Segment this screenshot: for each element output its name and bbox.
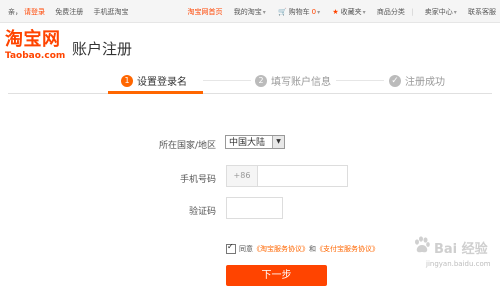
cart-icon: 🛒 [277,8,287,16]
categories-link[interactable]: 商品分类 [377,8,405,16]
register-link[interactable]: 免费注册 [55,8,83,16]
chevron-down-icon: ▾ [262,9,266,16]
alipay-agreement-link[interactable]: 《支付宝服务协议》 [316,245,379,253]
mobile-taobao-link[interactable]: 手机逛淘宝 [93,8,128,16]
watermark-url: jingyan.baidu.com [426,260,491,268]
taobao-agreement-link[interactable]: 《淘宝服务协议》 [253,245,309,253]
chevron-down-icon[interactable]: ▼ [272,136,284,148]
check-icon: ✓ [389,74,401,87]
country-label: 所在国家/地区 [158,141,216,151]
logo-domain: Taobao.com [5,51,66,61]
taobao-logo[interactable]: 淘宝网 Taobao.com [5,31,67,65]
step-label: 设置登录名 [137,77,187,88]
next-step-button[interactable]: 下一步 [226,265,327,286]
chevron-down-icon: ▾ [453,9,457,16]
chevron-down-icon: ▾ [362,9,366,16]
agree-prefix: 同意 [239,245,253,253]
star-icon: ★ [332,8,339,16]
phone-country-code: +86 [227,166,258,186]
agree-and: 和 [309,245,316,253]
cart-count: 0 [311,8,317,16]
cart-link[interactable]: 购物车 [289,8,310,16]
step-label: 注册成功 [405,77,445,88]
logo-text: 淘宝网 [5,29,61,50]
country-select[interactable]: 中国大陆 ▼ [225,135,285,149]
top-nav-left: 亲， 请登录 免费注册 手机逛淘宝 [8,7,136,17]
step-label: 填写账户信息 [271,77,331,88]
step-register-success: ✓ 注册成功 [389,73,445,88]
paw-icon [415,236,430,253]
step-number: 1 [121,74,133,87]
step-number: 2 [255,74,267,87]
divider [8,93,492,94]
baidu-watermark: Bai 经验 jingyan.baidu.com [412,233,496,283]
login-link[interactable]: 请登录 [24,8,45,16]
agreement-row: 同意《淘宝服务协议》和《支付宝服务协议》 [226,242,379,254]
page-title: 账户注册 [72,40,133,58]
divider: | [411,8,414,16]
top-nav-right: 淘宝网首页 我的淘宝▾ 🛒 购物车 0▾ ★ 收藏夹▾ 商品分类 | 卖家中心▾ 联系… [178,7,496,17]
active-step-indicator [108,91,203,94]
step-set-login-name: 1 设置登录名 [121,73,187,88]
step-connector [203,80,251,81]
phone-input[interactable] [258,166,346,186]
phone-field: +86 [226,165,348,187]
phone-label: 手机号码 [179,175,216,185]
seller-center-link[interactable]: 卖家中心 [425,8,453,16]
my-taobao-link[interactable]: 我的淘宝 [234,8,262,16]
taobao-home-link[interactable]: 淘宝网首页 [187,8,222,16]
country-value: 中国大陆 [229,138,266,148]
watermark-brand: Bai 经验 [434,242,488,257]
greeting-text: 亲， [8,8,22,16]
support-link[interactable]: 联系客服 [468,8,496,16]
agree-checkbox[interactable] [226,242,236,254]
step-fill-account-info: 2 填写账户信息 [255,73,331,88]
top-nav-bar: 亲， 请登录 免费注册 手机逛淘宝 淘宝网首页 我的淘宝▾ 🛒 购物车 0▾ ★ 收藏夹… [0,0,500,23]
step-connector [336,80,384,81]
verification-code-label: 验证码 [188,207,216,217]
verification-code-input[interactable] [226,197,283,219]
chevron-down-icon: ▾ [317,9,321,16]
favorites-link[interactable]: 收藏夹 [341,8,362,16]
